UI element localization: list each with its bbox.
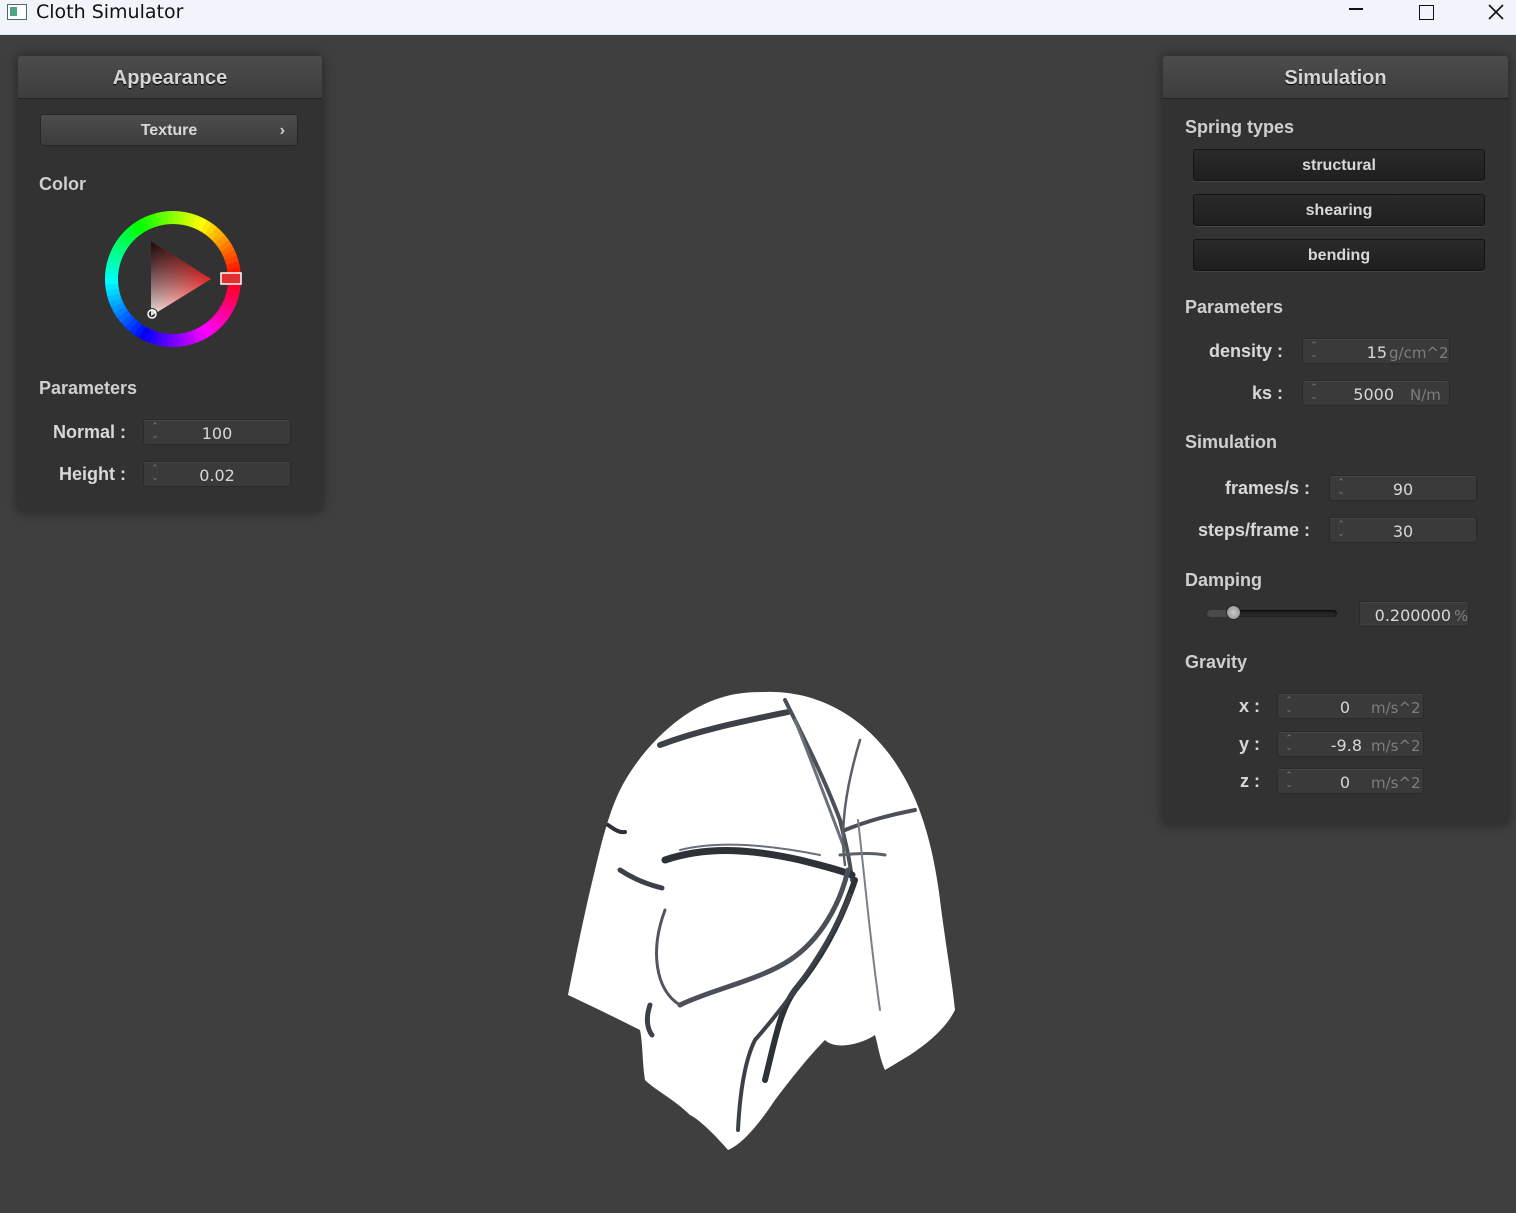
appearance-parameters-label: Parameters — [39, 378, 138, 398]
gravity-y-unit: m/s^2 — [1371, 737, 1421, 755]
spin-arrows-icon[interactable]: ⌃ ⌄ — [1285, 771, 1293, 791]
close-icon — [1488, 4, 1504, 20]
spring-types-label: Spring types — [1185, 117, 1295, 137]
gravity-y-value: -9.8 — [1330, 736, 1362, 755]
texture-button[interactable]: Texture › — [40, 114, 298, 146]
color-wheel[interactable] — [98, 204, 248, 354]
damping-value: 0.200000 — [1374, 606, 1451, 625]
simulation-parameters-label: Parameters — [1185, 297, 1284, 317]
normal-label: Normal : — [52, 422, 126, 442]
simulation-panel: Simulation Spring types structural shear… — [1163, 56, 1508, 824]
damping-slider[interactable] — [1207, 605, 1337, 620]
maximize-button[interactable] — [1403, 0, 1449, 34]
cloth-surface — [568, 691, 955, 1150]
cloth-mesh-render[interactable] — [540, 660, 980, 1160]
simulation-header: Simulation — [1163, 56, 1508, 99]
normal-value: 100 — [201, 424, 233, 443]
damping-slider-thumb[interactable] — [1226, 605, 1241, 620]
gravity-z-input[interactable]: ⌃ ⌄ 0 m/s^2 — [1277, 768, 1424, 794]
structural-toggle[interactable]: structural — [1193, 149, 1485, 181]
density-label: density : — [1208, 341, 1283, 361]
gravity-label: Gravity — [1185, 652, 1248, 672]
hue-selector[interactable] — [220, 272, 242, 285]
minimize-icon — [1349, 8, 1363, 10]
gravity-x-input[interactable]: ⌃ ⌄ 0 m/s^2 — [1277, 693, 1424, 719]
bending-toggle[interactable]: bending — [1193, 239, 1485, 271]
color-label: Color — [39, 174, 86, 194]
height-label: Height : — [59, 464, 126, 484]
density-unit: g/cm^2 — [1389, 344, 1449, 362]
fps-input[interactable]: ⌃ ⌄ 90 — [1329, 475, 1477, 501]
close-button[interactable] — [1473, 0, 1516, 34]
ks-unit: N/m — [1410, 386, 1441, 404]
density-input[interactable]: ⌃ ⌄ 15 g/cm^2 — [1302, 338, 1450, 364]
damping-unit: % — [1454, 607, 1469, 625]
maximize-icon — [1418, 4, 1434, 20]
spin-arrows-icon[interactable]: ⌃ ⌄ — [1310, 341, 1318, 361]
title-bar: Cloth Simulator — [0, 0, 1516, 35]
gravity-z-label: z : — [1240, 771, 1260, 791]
color-triangle[interactable] — [151, 241, 211, 316]
steps-label: steps/frame : — [1197, 520, 1310, 540]
ks-input[interactable]: ⌃ ⌄ 5000 N/m — [1302, 380, 1450, 406]
normal-input[interactable]: ⌃ ⌄ 100 — [143, 419, 291, 445]
ks-label: ks : — [1251, 383, 1283, 403]
bending-label: bending — [1307, 247, 1371, 264]
gravity-y-label: y : — [1238, 734, 1260, 754]
shearing-toggle[interactable]: shearing — [1193, 194, 1485, 226]
damping-label: Damping — [1185, 570, 1263, 590]
gravity-y-input[interactable]: ⌃ ⌄ -9.8 m/s^2 — [1277, 731, 1424, 757]
shearing-label: shearing — [1305, 202, 1373, 219]
structural-label: structural — [1302, 157, 1376, 174]
spin-arrows-icon[interactable]: ⌃ ⌄ — [1310, 383, 1318, 403]
gravity-z-value: 0 — [1339, 773, 1350, 792]
window-title: Cloth Simulator — [36, 1, 184, 23]
density-value: 15 — [1366, 343, 1387, 362]
gravity-x-unit: m/s^2 — [1371, 699, 1421, 717]
steps-value: 30 — [1392, 522, 1414, 541]
gravity-x-label: x : — [1238, 696, 1260, 716]
appearance-panel: Appearance Texture › Color Parameters No… — [18, 56, 322, 511]
damping-input[interactable]: 0.200000 % — [1359, 601, 1469, 627]
appearance-header: Appearance — [18, 56, 322, 99]
steps-input[interactable]: ⌃ ⌄ 30 — [1329, 517, 1477, 543]
fps-label: frames/s : — [1224, 478, 1310, 498]
spin-arrows-icon[interactable]: ⌃ ⌄ — [1285, 734, 1293, 754]
simulation-section-label: Simulation — [1185, 432, 1278, 452]
chevron-right-icon: › — [279, 122, 285, 139]
gravity-z-unit: m/s^2 — [1371, 774, 1421, 792]
gravity-x-value: 0 — [1339, 698, 1350, 717]
height-input[interactable]: ⌃ ⌄ 0.02 — [143, 461, 291, 487]
app-icon — [7, 4, 27, 20]
ks-value: 5000 — [1353, 385, 1394, 404]
texture-button-label: Texture — [140, 122, 198, 139]
height-value: 0.02 — [199, 466, 235, 485]
fps-value: 90 — [1392, 480, 1414, 499]
spin-arrows-icon[interactable]: ⌃ ⌄ — [1285, 696, 1293, 716]
minimize-button[interactable] — [1333, 0, 1379, 34]
